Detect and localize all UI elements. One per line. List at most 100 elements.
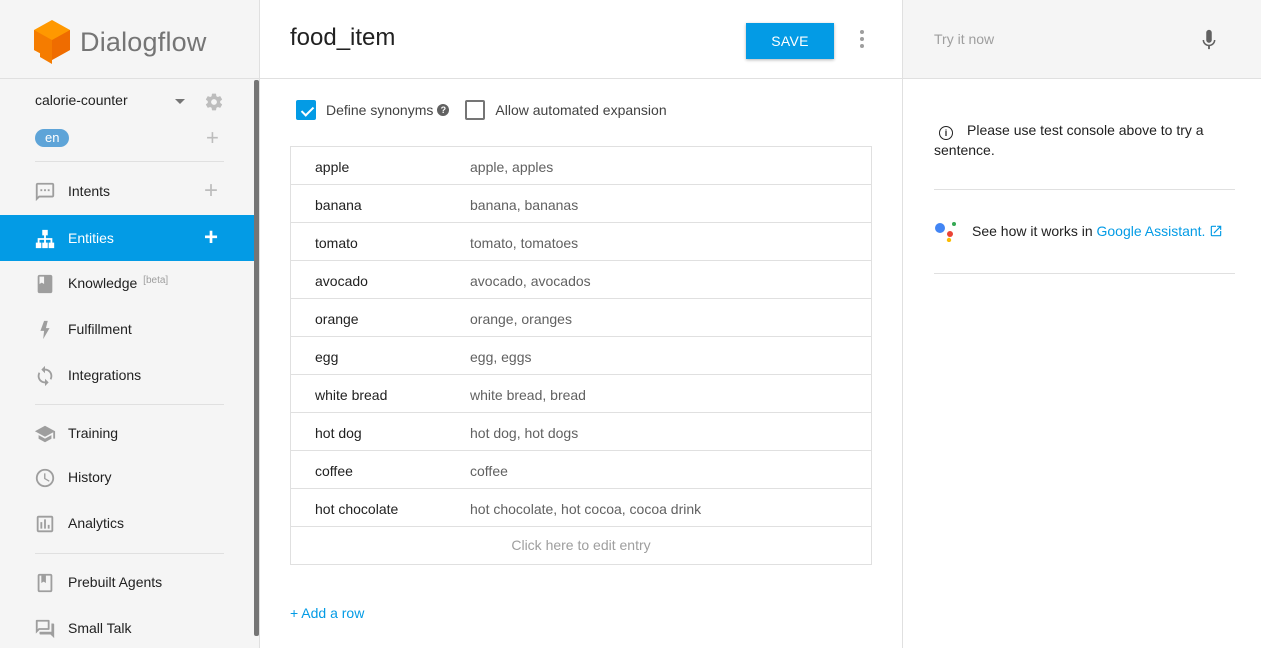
- add-row-link[interactable]: + Add a row: [290, 605, 364, 621]
- test-console: Try it now i Please use test console abov…: [902, 0, 1261, 648]
- add-intent-icon[interactable]: +: [204, 179, 218, 203]
- agent-selector[interactable]: calorie-counter: [35, 92, 225, 112]
- sidebar-item-label: History: [68, 469, 112, 485]
- reference-value[interactable]: coffee: [315, 463, 353, 479]
- reference-value[interactable]: hot dog: [315, 425, 362, 441]
- entity-table: apple apple, apples banana banana, bananas…: [290, 146, 872, 565]
- sidebar-item-knowledge[interactable]: Knowledge [beta]: [0, 260, 254, 306]
- divider: [934, 189, 1235, 190]
- entity-title[interactable]: food_item: [290, 24, 395, 52]
- sidebar-item-training[interactable]: Training: [0, 410, 254, 456]
- reference-value[interactable]: hot chocolate: [315, 501, 398, 517]
- external-link-icon[interactable]: [1209, 224, 1223, 238]
- dialogflow-logo-icon: [34, 20, 70, 64]
- sidebar-item-analytics[interactable]: Analytics: [0, 500, 254, 546]
- sidebar-item-intents[interactable]: Intents +: [0, 168, 254, 214]
- divider: [35, 161, 224, 162]
- synonyms-value[interactable]: coffee: [470, 463, 508, 479]
- bar-chart-icon: [36, 515, 54, 533]
- knowledge-label: Knowledge: [68, 275, 138, 291]
- sidebar-item-integrations[interactable]: Integrations: [0, 352, 254, 398]
- table-row[interactable]: avocado avocado, avocados: [291, 261, 871, 299]
- more-vert-icon[interactable]: [858, 30, 866, 48]
- entity-options: Define synonyms ? Allow automated expans…: [296, 100, 667, 120]
- sidebar-item-label: Entities: [68, 230, 114, 246]
- reference-value[interactable]: banana: [315, 197, 362, 213]
- divider: [35, 404, 224, 405]
- automated-expansion-checkbox[interactable]: [465, 100, 486, 120]
- try-it-bar: Try it now: [903, 0, 1261, 79]
- table-row[interactable]: tomato tomato, tomatoes: [291, 223, 871, 261]
- add-entity-icon[interactable]: +: [204, 226, 218, 250]
- reference-value[interactable]: tomato: [315, 235, 358, 251]
- table-row[interactable]: orange orange, oranges: [291, 299, 871, 337]
- synonyms-value[interactable]: orange, oranges: [470, 311, 572, 327]
- synonyms-value[interactable]: white bread, bread: [470, 387, 586, 403]
- reference-value[interactable]: apple: [315, 159, 349, 175]
- divider: [35, 553, 224, 554]
- sidebar-item-entities[interactable]: Entities +: [0, 215, 254, 261]
- save-button[interactable]: SAVE: [746, 23, 834, 59]
- clock-icon: [35, 468, 55, 488]
- info-icon: i: [939, 126, 953, 140]
- sitemap-icon: [35, 229, 55, 249]
- table-row[interactable]: banana banana, bananas: [291, 185, 871, 223]
- table-row[interactable]: hot dog hot dog, hot dogs: [291, 413, 871, 451]
- table-row[interactable]: apple apple, apples: [291, 147, 871, 185]
- synonyms-value[interactable]: banana, bananas: [470, 197, 578, 213]
- edit-entry-row[interactable]: Click here to edit entry: [291, 527, 871, 564]
- chevron-down-icon[interactable]: [175, 99, 185, 104]
- automated-expansion-label: Allow automated expansion: [495, 102, 667, 118]
- define-synonyms-label: Define synonyms: [326, 102, 434, 118]
- assistant-text: See how it works in: [972, 223, 1097, 239]
- sidebar-item-label: Analytics: [68, 515, 125, 531]
- synonyms-value[interactable]: egg, eggs: [470, 349, 532, 365]
- sidebar-scrollbar[interactable]: [254, 80, 259, 636]
- reference-value[interactable]: avocado: [315, 273, 368, 289]
- table-row[interactable]: white bread white bread, bread: [291, 375, 871, 413]
- table-row[interactable]: coffee coffee: [291, 451, 871, 489]
- sidebar-item-prebuilt-agents[interactable]: Prebuilt Agents: [0, 559, 254, 605]
- divider: [0, 78, 259, 79]
- sync-icon: [37, 365, 53, 387]
- entity-header: food_item SAVE: [260, 0, 902, 79]
- sidebar-item-label: Prebuilt Agents: [68, 574, 163, 590]
- table-row[interactable]: egg egg, eggs: [291, 337, 871, 375]
- sidebar-item-small-talk[interactable]: Small Talk: [0, 605, 254, 651]
- reference-value[interactable]: white bread: [315, 387, 387, 403]
- google-assistant-link[interactable]: Google Assistant.: [1097, 223, 1206, 239]
- sidebar-item-history[interactable]: History: [0, 454, 254, 500]
- language-row: en +: [35, 127, 225, 150]
- console-info-text: Please use test console above to try a s…: [934, 122, 1204, 158]
- sidebar-item-label: Knowledge [beta]: [68, 275, 168, 291]
- gear-icon[interactable]: [204, 92, 224, 112]
- reference-value[interactable]: orange: [315, 311, 359, 327]
- microphone-icon[interactable]: [1200, 29, 1218, 51]
- help-icon[interactable]: ?: [437, 104, 450, 116]
- assistant-promo: See how it works in Google Assistant.: [934, 220, 1223, 242]
- reference-value[interactable]: egg: [315, 349, 338, 365]
- book-icon: [37, 274, 53, 294]
- synonyms-value[interactable]: hot chocolate, hot cocoa, cocoa drink: [470, 501, 701, 517]
- synonyms-value[interactable]: hot dog, hot dogs: [470, 425, 578, 441]
- synonyms-value[interactable]: tomato, tomatoes: [470, 235, 578, 251]
- lightning-icon: [40, 320, 50, 340]
- sidebar: Dialogflow calorie-counter en + Intents …: [0, 0, 260, 648]
- sidebar-item-fulfillment[interactable]: Fulfillment: [0, 306, 254, 352]
- synonyms-value[interactable]: apple, apples: [470, 159, 553, 175]
- table-row[interactable]: hot chocolate hot chocolate, hot cocoa, c…: [291, 489, 871, 527]
- try-it-input[interactable]: Try it now: [934, 31, 994, 47]
- book-icon: [37, 573, 53, 593]
- define-synonyms-checkbox[interactable]: [296, 100, 316, 120]
- chat-bubble-icon: [35, 182, 55, 202]
- divider: [934, 273, 1235, 274]
- logo[interactable]: Dialogflow: [34, 20, 207, 64]
- sidebar-item-label: Fulfillment: [68, 321, 132, 337]
- graduation-cap-icon: [34, 425, 56, 443]
- sidebar-item-label: Integrations: [68, 367, 142, 383]
- chat-icon: [35, 619, 55, 639]
- synonyms-value[interactable]: avocado, avocados: [470, 273, 591, 289]
- google-assistant-icon: [935, 222, 956, 242]
- language-badge[interactable]: en: [35, 129, 70, 147]
- add-language-icon[interactable]: +: [206, 127, 219, 149]
